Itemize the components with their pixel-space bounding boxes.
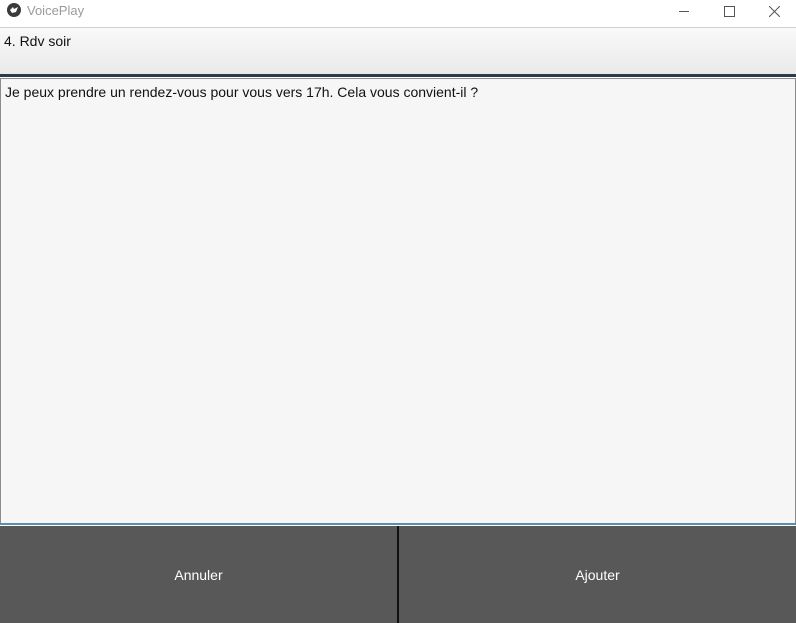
close-button[interactable] — [751, 0, 796, 22]
message-textarea-value: Je peux prendre un rendez-vous pour vous… — [5, 84, 479, 100]
add-button[interactable]: Ajouter — [399, 526, 796, 623]
title-input-underline — [0, 74, 796, 77]
maximize-icon — [723, 5, 735, 17]
message-textarea[interactable]: Je peux prendre un rendez-vous pour vous… — [0, 78, 796, 524]
title-input[interactable]: 4. Rdv soir — [0, 27, 796, 75]
cancel-button-label: Annuler — [174, 566, 223, 583]
title-bar[interactable]: VoicePlay — [0, 0, 796, 22]
add-button-label: Ajouter — [575, 566, 620, 583]
app-logo-icon — [7, 3, 21, 17]
message-textarea-underline — [0, 523, 796, 525]
minimize-icon — [678, 10, 689, 12]
app-window: VoicePlay 4. Rdv soir Je peux prendre un… — [0, 0, 796, 623]
maximize-button[interactable] — [706, 0, 752, 22]
close-icon — [768, 5, 780, 17]
title-input-value: 4. Rdv soir — [4, 33, 71, 49]
window-title: VoicePlay — [27, 3, 85, 18]
cancel-button[interactable]: Annuler — [0, 526, 397, 623]
minimize-button[interactable] — [661, 0, 707, 22]
